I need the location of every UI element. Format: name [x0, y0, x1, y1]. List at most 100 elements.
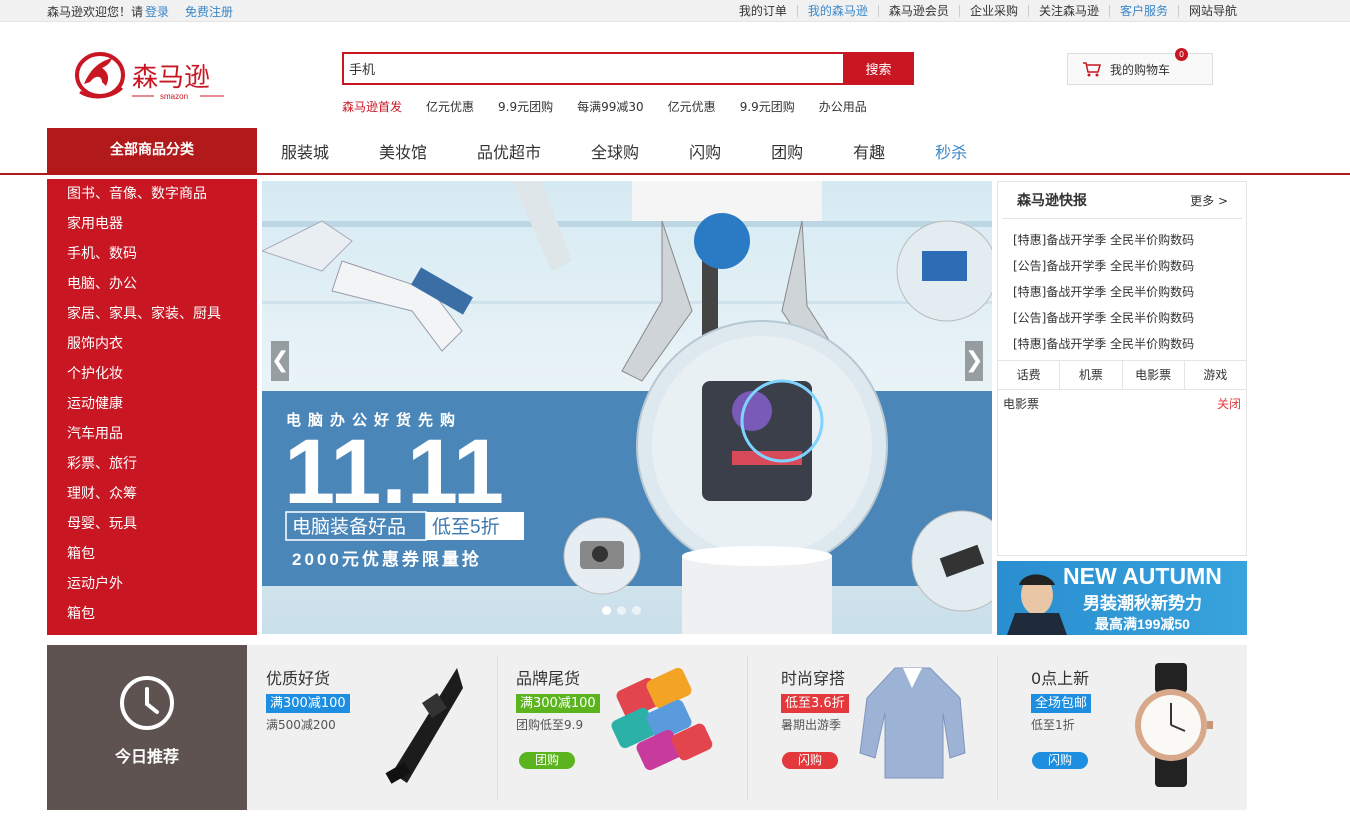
hotword[interactable]: 办公用品: [819, 98, 867, 115]
promo-banner[interactable]: 电脑办公好货先购 11.11 电脑装备好品 低至5折 2000元优惠券限量抢 ❮…: [262, 181, 992, 634]
banner-dots: [602, 606, 647, 615]
category-item[interactable]: 电脑、办公: [47, 269, 257, 299]
service-tabs: 话费 机票 电影票 游戏: [998, 360, 1246, 390]
card-badge: 全场包邮: [1031, 694, 1092, 713]
top-link-service[interactable]: 客户服务: [1108, 5, 1178, 17]
card-title: 品牌尾货: [516, 669, 581, 688]
card-action-pill[interactable]: 团购: [519, 752, 575, 769]
card-title: 时尚穿搭: [781, 669, 846, 688]
hotword[interactable]: 9.9元团购: [740, 98, 795, 115]
banner-coupon: 2000元优惠券限量抢: [292, 549, 482, 569]
tab-movie-tickets[interactable]: 电影票: [1123, 361, 1185, 389]
banner-dot[interactable]: [617, 606, 626, 615]
all-categories-button[interactable]: 全部商品分类: [47, 128, 257, 175]
card-badge: 低至3.6折: [781, 694, 849, 713]
recommend-card[interactable]: 品牌尾货 满300减100 团购低至9.9 团购: [497, 645, 747, 810]
top-link-orders[interactable]: 我的订单: [729, 5, 797, 17]
nav-item-seckill[interactable]: 秒杀: [935, 139, 967, 163]
banner-dot[interactable]: [602, 606, 611, 615]
news-item[interactable]: [公告]备战开学季 全民半价购数码: [1013, 253, 1246, 279]
category-item[interactable]: 理财、众筹: [47, 479, 257, 509]
hotword[interactable]: 亿元优惠: [668, 98, 716, 115]
category-item[interactable]: 彩票、旅行: [47, 449, 257, 479]
logo-text: 森马逊: [132, 62, 210, 92]
category-item[interactable]: 箱包: [47, 539, 257, 569]
category-item[interactable]: 运动健康: [47, 389, 257, 419]
banner-headline-big: 11.11: [284, 421, 504, 523]
side-ad-artwork: NEW AUTUMN 男装潮秋新势力 最高满199减50: [1007, 563, 1222, 635]
top-bar: 森马逊欢迎您！请 登录 免费注册 我的订单 我的森马逊 森马逊会员 企业采购 关注森…: [0, 0, 1350, 22]
hotword[interactable]: 森马逊首发: [342, 98, 402, 115]
news-item[interactable]: [公告]备战开学季 全民半价购数码: [1013, 305, 1246, 331]
recommend-card[interactable]: 时尚穿搭 低至3.6折 暑期出游季 闪购: [747, 645, 997, 810]
card-badge: 满300减100: [266, 694, 350, 713]
news-item[interactable]: [特惠]备战开学季 全民半价购数码: [1013, 279, 1246, 305]
nav-item-global[interactable]: 全球购: [591, 139, 639, 163]
banner-next-button[interactable]: ❯: [965, 341, 983, 381]
hotword[interactable]: 每满99减30: [577, 98, 644, 115]
hotword[interactable]: 亿元优惠: [426, 98, 474, 115]
recommend-card[interactable]: 优质好货 满300减100 满500减200: [247, 645, 497, 810]
category-item[interactable]: 汽车用品: [47, 419, 257, 449]
category-item[interactable]: 箱包: [47, 599, 257, 629]
tab-games[interactable]: 游戏: [1185, 361, 1246, 389]
card-subtitle: 团购低至9.9: [516, 718, 584, 732]
news-item[interactable]: [特惠]备战开学季 全民半价购数码: [1013, 331, 1246, 357]
search-input[interactable]: [342, 52, 843, 85]
hotword[interactable]: 9.9元团购: [498, 98, 553, 115]
banner-prev-button[interactable]: ❮: [271, 341, 289, 381]
nav-item-clothing[interactable]: 服装城: [281, 139, 329, 163]
recommend-label: 今日推荐: [114, 747, 179, 766]
category-item[interactable]: 个护化妆: [47, 359, 257, 389]
top-link-sitemap[interactable]: 网站导航: [1177, 5, 1247, 17]
side-ad[interactable]: NEW AUTUMN 男装潮秋新势力 最高满199减50: [997, 561, 1247, 635]
recommend-card[interactable]: 0点上新 全场包邮 低至1折 闪购: [997, 645, 1247, 810]
category-item[interactable]: 服饰内衣: [47, 329, 257, 359]
tab-flights[interactable]: 机票: [1060, 361, 1123, 389]
category-item[interactable]: 运动户外: [47, 569, 257, 599]
top-link-my-account[interactable]: 我的森马逊: [796, 5, 878, 17]
cart-label: 我的购物车: [1110, 62, 1171, 77]
nav-item-beauty[interactable]: 美妆馆: [379, 139, 427, 163]
category-item[interactable]: 手机、数码: [47, 239, 257, 269]
banner-artwork: 电脑办公好货先购 11.11 电脑装备好品 低至5折 2000元优惠券限量抢: [262, 181, 992, 634]
category-item[interactable]: 家用电器: [47, 209, 257, 239]
site-logo[interactable]: 森马逊 smazon: [72, 48, 242, 128]
horse-logo-icon: 森马逊 smazon: [75, 52, 224, 101]
news-list: [特惠]备战开学季 全民半价购数码 [公告]备战开学季 全民半价购数码 [特惠]…: [998, 219, 1246, 357]
tab-panel: 电影票 关闭: [1003, 395, 1241, 412]
top-link-enterprise[interactable]: 企业采购: [958, 5, 1028, 17]
register-link[interactable]: 免费注册: [185, 5, 233, 19]
cart-button[interactable]: 我的购物车 0: [1067, 48, 1213, 85]
top-link-membership[interactable]: 森马逊会员: [877, 5, 959, 17]
category-item[interactable]: 母婴、玩具: [47, 509, 257, 539]
nav-item-group-buy[interactable]: 团购: [771, 139, 803, 163]
news-more-link[interactable]: 更多 >: [1190, 192, 1228, 209]
shirt-image: [859, 667, 966, 779]
top-link-follow[interactable]: 关注森马逊: [1027, 5, 1109, 17]
logo-sub-text: smazon: [160, 92, 188, 101]
banner-dot[interactable]: [632, 606, 641, 615]
watch-image: [1135, 663, 1213, 787]
card-action-pill[interactable]: 闪购: [782, 752, 838, 769]
today-recommend: 今日推荐 优质好货 满300减100 满500减200 品牌尾货 满300减10…: [47, 645, 1247, 810]
card-action-pill[interactable]: 闪购: [1032, 752, 1088, 769]
main-nav: 全部商品分类 服装城 美妆馆 品优超市 全球购 闪购 团购 有趣 秒杀: [0, 128, 1350, 175]
card-divider: [497, 655, 498, 800]
ad-line1: NEW AUTUMN: [1063, 563, 1222, 589]
category-item[interactable]: 家居、家具、家装、厨具: [47, 299, 257, 329]
header: 森马逊 smazon 搜索 森马逊首发 亿元优惠 9.9元团购 每满99减30 …: [0, 22, 1350, 128]
main-area: 图书、音像、数字商品 家用电器 手机、数码 电脑、办公 家居、家具、家装、厨具 …: [0, 175, 1350, 635]
nav-item-flash-sale[interactable]: 闪购: [689, 139, 721, 163]
card-subtitle: 低至1折: [1031, 718, 1075, 732]
news-panel: 森马逊快报 更多 > [特惠]备战开学季 全民半价购数码 [公告]备战开学季 全…: [997, 181, 1247, 556]
category-item[interactable]: 图书、音像、数字商品: [47, 179, 257, 209]
tab-phone-bill[interactable]: 话费: [998, 361, 1061, 389]
login-link[interactable]: 登录: [145, 5, 169, 19]
search-button[interactable]: 搜索: [843, 52, 914, 85]
news-item[interactable]: [特惠]备战开学季 全民半价购数码: [1013, 227, 1246, 253]
ad-line2: 男装潮秋新势力: [1083, 593, 1202, 613]
nav-item-fun[interactable]: 有趣: [853, 139, 885, 163]
tab-panel-close[interactable]: 关闭: [1217, 395, 1241, 412]
nav-item-supermarket[interactable]: 品优超市: [477, 139, 541, 163]
